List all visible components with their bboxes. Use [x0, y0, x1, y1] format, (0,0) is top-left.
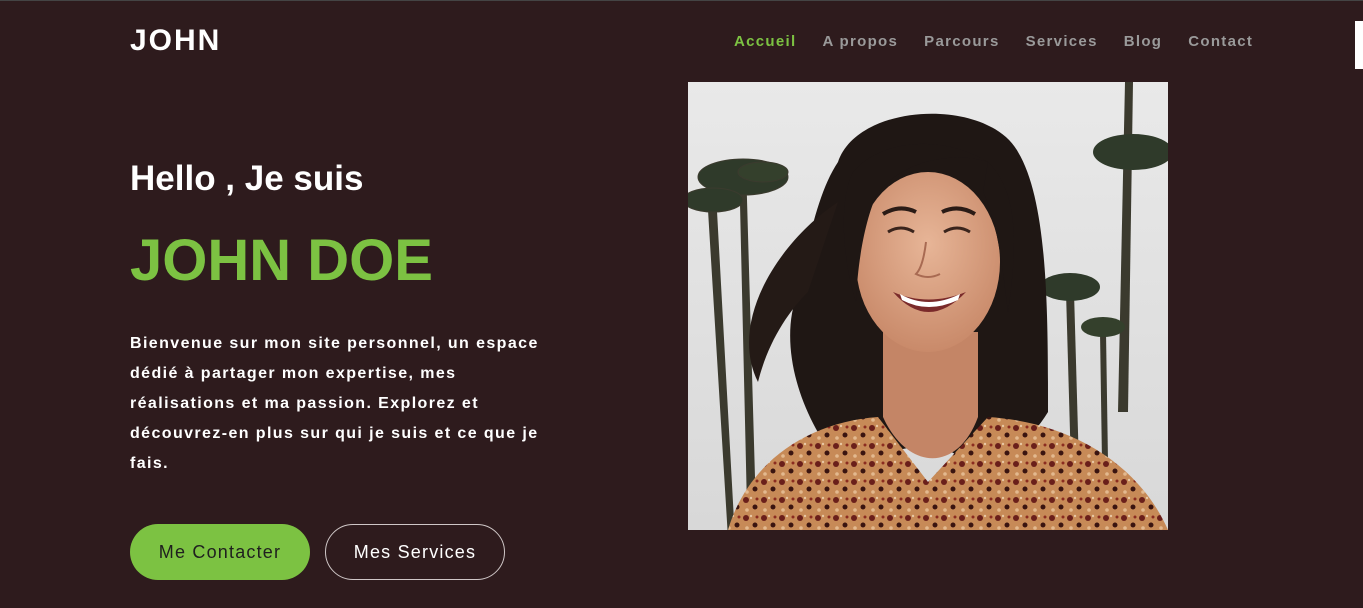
- nav-item-contact[interactable]: Contact: [1188, 33, 1253, 51]
- site-logo[interactable]: JOHN: [130, 23, 221, 59]
- nav-item-parcours[interactable]: Parcours: [924, 33, 999, 51]
- scrollbar-thumb[interactable]: [1355, 21, 1363, 69]
- services-button[interactable]: Mes Services: [325, 524, 505, 580]
- hero-greeting: Hello , Je suis: [130, 159, 364, 198]
- hero-photo: [688, 82, 1168, 530]
- nav-item-services[interactable]: Services: [1026, 33, 1098, 51]
- hero-name: JOHN DOE: [130, 228, 433, 293]
- contact-button[interactable]: Me Contacter: [130, 524, 310, 580]
- portrait-image: [688, 82, 1168, 530]
- page: JOHN Accueil A propos Parcours Services …: [0, 0, 1363, 608]
- main-nav: Accueil A propos Parcours Services Blog …: [734, 33, 1279, 51]
- nav-item-blog[interactable]: Blog: [1124, 33, 1163, 51]
- hero-intro: Bienvenue sur mon site personnel, un esp…: [130, 335, 539, 472]
- nav-item-accueil[interactable]: Accueil: [734, 33, 796, 51]
- nav-item-a-propos[interactable]: A propos: [822, 33, 898, 51]
